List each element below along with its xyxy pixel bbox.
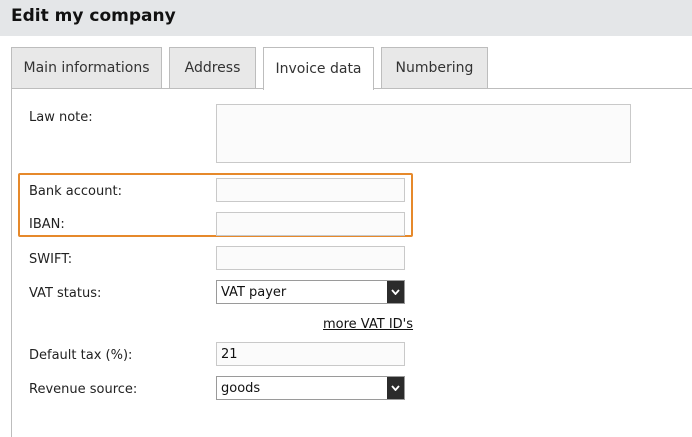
law-note-label: Law note: [29, 110, 93, 125]
tab-main-informations[interactable]: Main informations [11, 47, 162, 88]
vat-status-value: VAT payer [221, 285, 287, 300]
page-header: Edit my company [0, 0, 692, 36]
vat-status-select[interactable]: VAT payer [216, 280, 405, 304]
swift-label: SWIFT: [29, 252, 73, 267]
default-tax-label: Default tax (%): [29, 348, 133, 363]
tab-invoice-data[interactable]: Invoice data [263, 47, 374, 90]
bank-account-label: Bank account: [29, 184, 122, 199]
panel-border [11, 88, 12, 437]
tab-numbering[interactable]: Numbering [381, 47, 488, 88]
bank-account-input[interactable] [216, 178, 405, 202]
more-vat-ids-link[interactable]: more VAT ID's [323, 317, 413, 332]
page-title: Edit my company [11, 6, 176, 26]
iban-label: IBAN: [29, 217, 65, 232]
tab-label: Invoice data [275, 61, 362, 77]
tab-label: Numbering [395, 60, 474, 76]
law-note-textarea[interactable] [216, 104, 631, 163]
tab-address[interactable]: Address [169, 47, 256, 88]
vat-status-label: VAT status: [29, 286, 102, 301]
default-tax-input[interactable] [216, 342, 405, 366]
revenue-source-select[interactable]: goods [216, 376, 405, 400]
revenue-source-label: Revenue source: [29, 382, 138, 397]
swift-input[interactable] [216, 246, 405, 270]
tab-label: Main informations [23, 60, 150, 76]
chevron-down-icon[interactable] [387, 281, 404, 303]
revenue-source-value: goods [221, 381, 261, 396]
tab-label: Address [184, 60, 241, 76]
chevron-down-icon[interactable] [387, 377, 404, 399]
iban-input[interactable] [216, 212, 405, 236]
